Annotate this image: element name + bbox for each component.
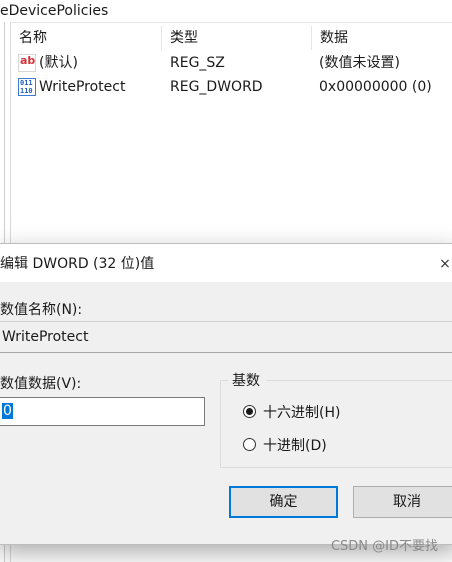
list-item[interactable]: 011 110 WriteProtect REG_DWORD 0x00000000… (11, 75, 452, 99)
base-group-label: 基数 (228, 370, 266, 390)
value-type: REG_DWORD (170, 79, 263, 95)
radio-hex-button[interactable] (243, 405, 256, 418)
value-type: REG_SZ (170, 55, 225, 71)
radio-dec-label: 十进制(D) (263, 438, 327, 454)
base-groupbox (220, 380, 452, 468)
dialog-title: 编辑 DWORD (32 位)值 (0, 256, 155, 272)
column-header-name[interactable]: 名称 (11, 26, 162, 50)
radio-hex-label: 十六进制(H) (263, 405, 341, 421)
value-data-input[interactable]: 0 (0, 397, 205, 426)
cancel-button[interactable]: 取消 (353, 486, 452, 518)
value-name-label: 数值名称(N): (0, 302, 83, 318)
ok-button[interactable]: 确定 (229, 486, 338, 518)
dialog-titlebar[interactable]: 编辑 DWORD (32 位)值 × (0, 244, 452, 282)
value-data-text: 0 (2, 403, 13, 419)
value-data-label: 数值数据(V): (0, 376, 82, 392)
path-text: eDevicePolicies (0, 3, 109, 19)
list-item[interactable]: ab (默认) REG_SZ (数值未设置) (11, 51, 452, 75)
edit-dword-dialog: 编辑 DWORD (32 位)值 × 数值名称(N): WriteProtect… (0, 244, 452, 544)
address-path: eDevicePolicies (0, 0, 452, 23)
value-data: 0x00000000 (0) (319, 79, 432, 95)
list-header: 名称 类型 数据 (11, 26, 452, 50)
binary-value-icon: 011 110 (18, 78, 36, 96)
dialog-body: 数值名称(N): WriteProtect 数值数据(V): 0 基数 十六进制… (0, 282, 452, 544)
radio-dec-button[interactable] (243, 438, 256, 451)
column-header-type[interactable]: 类型 (162, 26, 312, 50)
column-header-data[interactable]: 数据 (312, 26, 452, 50)
close-icon[interactable]: × (438, 244, 452, 282)
value-name-field: WriteProtect (0, 321, 452, 353)
value-name: WriteProtect (39, 79, 126, 95)
string-value-icon: ab (18, 54, 36, 72)
watermark: CSDN @ID不要找 (330, 539, 438, 554)
value-data: (数值未设置) (319, 55, 400, 71)
value-name: (默认) (39, 55, 78, 71)
